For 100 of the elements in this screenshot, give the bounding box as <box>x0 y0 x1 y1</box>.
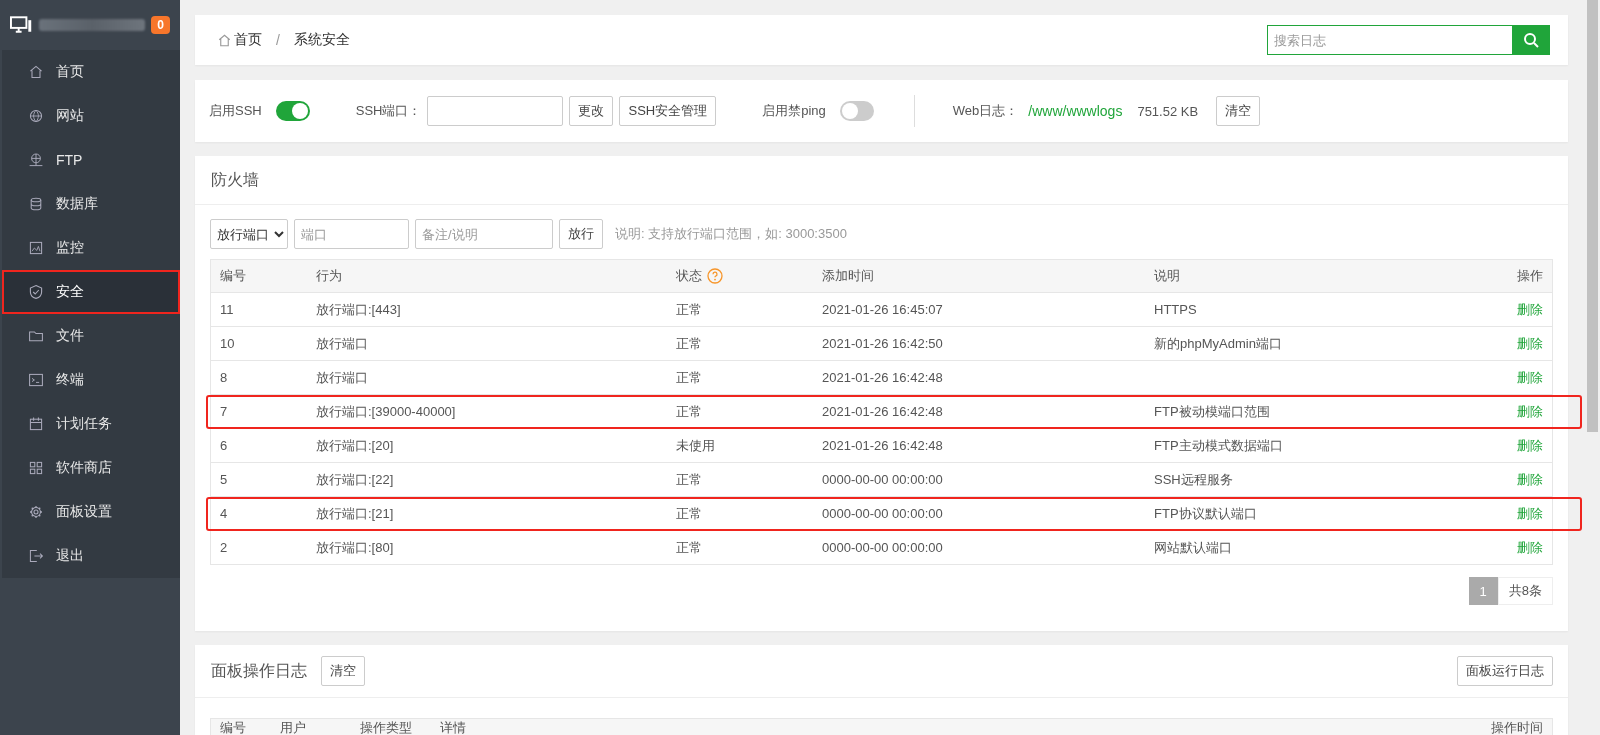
table-cell-text: 正常 <box>675 470 703 489</box>
table-cell-text: 正常 <box>675 538 703 557</box>
table-cell-text: FTP被动模端口范围 <box>1153 402 1271 421</box>
network-globe-icon <box>28 152 44 168</box>
breadcrumb-link[interactable]: 首页 <box>234 31 262 49</box>
help-icon[interactable] <box>707 268 723 284</box>
table-cell-text: 0000-00-00 00:00:00 <box>821 472 944 487</box>
sidebar-item[interactable]: 计划任务 <box>2 402 180 446</box>
search-button[interactable] <box>1512 25 1550 55</box>
search-field[interactable]: 搜索日志 <box>1267 25 1512 55</box>
toggle-switch[interactable] <box>839 101 874 121</box>
allow-button[interactable]: 放行 <box>559 219 603 249</box>
column-header: 说明 <box>1153 267 1181 285</box>
table-cell-text: FTP主动模式数据端口 <box>1153 436 1284 455</box>
table-cell-text: 未使用 <box>675 436 716 455</box>
toolbar-button[interactable]: 更改 <box>569 96 614 126</box>
column-header: 编号 <box>219 719 247 735</box>
database-icon <box>28 196 44 212</box>
column-header: 详情 <box>439 719 467 735</box>
clear-button[interactable]: 清空 <box>321 656 365 686</box>
table-cell-text: 正常 <box>675 368 703 387</box>
table-cell-text: 2021-01-26 16:42:48 <box>821 404 944 419</box>
scrollbar-thumb[interactable] <box>1587 0 1598 432</box>
section-title: 面板操作日志 <box>211 660 307 681</box>
hint-text: 说明: 支持放行端口范围，如: 3000:3500 <box>615 225 847 243</box>
toggle-label: 启用SSH <box>209 102 262 120</box>
table-cell-text: 放行端口:[443] <box>315 300 402 319</box>
table-cell-text: 放行端口 <box>315 368 369 387</box>
sidebar-item[interactable]: 网站 <box>2 94 180 138</box>
toolbar-button[interactable]: SSH安全管理 <box>619 96 717 126</box>
table-cell-text: SSH远程服务 <box>1153 470 1234 489</box>
terminal-icon <box>28 372 44 388</box>
note-input-field[interactable]: 备注/说明 <box>415 219 553 249</box>
table-cell-text: 5 <box>219 472 229 487</box>
settings-icon <box>28 504 44 520</box>
toggle-switch[interactable] <box>275 101 310 121</box>
table-cell-text: 放行端口:[20] <box>315 436 395 455</box>
column-header: 编号 <box>219 267 247 285</box>
home-icon <box>217 32 232 48</box>
table-cell-text: 2021-01-26 16:42:50 <box>821 336 944 351</box>
run-log-button[interactable]: 面板运行日志 <box>1457 656 1553 686</box>
search-icon <box>1523 32 1539 48</box>
chart-icon <box>28 240 44 256</box>
sidebar-item[interactable]: 数据库 <box>2 182 180 226</box>
exit-icon <box>28 548 44 564</box>
home-icon <box>28 64 44 80</box>
table-cell-text: 2021-01-26 16:45:07 <box>821 302 944 317</box>
globe-icon <box>28 108 44 124</box>
toggle-label: 启用禁ping <box>762 102 826 120</box>
table-cell-text: 7 <box>219 404 229 419</box>
column-header: 操作 <box>1516 267 1544 285</box>
log-size: 751.52 KB <box>1137 103 1199 119</box>
sidebar-item[interactable]: FTP <box>2 138 180 182</box>
table-cell-text: 放行端口:[80] <box>315 538 395 557</box>
table-cell-text: 放行端口 <box>315 334 369 353</box>
column-header: 用户 <box>279 719 307 735</box>
port-input-field[interactable]: 端口 <box>294 219 409 249</box>
sidebar-item[interactable]: 首页 <box>2 50 180 94</box>
table-cell-text: 正常 <box>675 504 703 523</box>
table-cell-text: 2021-01-26 16:42:48 <box>821 438 944 453</box>
table-cell-text: 8 <box>219 370 229 385</box>
column-header: 行为 <box>315 267 343 285</box>
field-label: Web日志： <box>952 102 1019 120</box>
sidebar-item[interactable]: 监控 <box>2 226 180 270</box>
sidebar-item[interactable]: 终端 <box>2 358 180 402</box>
column-header: 状态 <box>676 267 702 285</box>
port-input-field[interactable] <box>427 96 564 126</box>
table-cell-text: 2021-01-26 16:42:48 <box>821 370 944 385</box>
sidebar-item[interactable]: 退出 <box>2 534 180 578</box>
monitor-icon <box>10 15 34 35</box>
table-cell-text: 正常 <box>675 402 703 421</box>
sidebar-item[interactable]: 安全 <box>2 270 180 314</box>
grid-icon <box>28 460 44 476</box>
table-cell-text: 10 <box>219 336 236 351</box>
sidebar-item[interactable]: 软件商店 <box>2 446 180 490</box>
breadcrumb-link[interactable]: 系统安全 <box>293 31 350 49</box>
folder-icon <box>28 328 44 344</box>
total-count: 共8条 <box>1497 577 1553 605</box>
calendar-icon <box>28 416 44 432</box>
table-cell-text: 0000-00-00 00:00:00 <box>821 506 944 521</box>
table-cell-text: FTP协议默认端口 <box>1153 504 1258 523</box>
sidebar-item[interactable]: 文件 <box>2 314 180 358</box>
sidebar-item[interactable]: 面板设置 <box>2 490 180 534</box>
table-cell-text: 正常 <box>675 300 703 319</box>
table-cell-text: 网站默认端口 <box>1153 538 1233 557</box>
column-header: 操作时间 <box>1490 719 1544 735</box>
table-cell-text: HTTPS <box>1153 302 1198 317</box>
field-label: SSH端口： <box>355 102 422 120</box>
table-cell-text: 2 <box>219 540 229 555</box>
clear-button[interactable]: 清空 <box>1216 96 1261 126</box>
table-cell-text: 6 <box>219 438 229 453</box>
breadcrumb-separator: / <box>276 32 280 48</box>
column-header: 操作类型 <box>359 719 413 735</box>
table-cell-text: 放行端口:[39000-40000] <box>315 402 457 421</box>
table-cell-text: 11 <box>219 302 235 317</box>
rule-type-select[interactable]: 放行端口 <box>210 219 288 249</box>
column-header: 添加时间 <box>821 267 875 285</box>
table-cell-text: 4 <box>219 506 229 521</box>
table-cell-text: 0000-00-00 00:00:00 <box>821 540 944 555</box>
table-cell-text: 放行端口:[21] <box>315 504 395 523</box>
